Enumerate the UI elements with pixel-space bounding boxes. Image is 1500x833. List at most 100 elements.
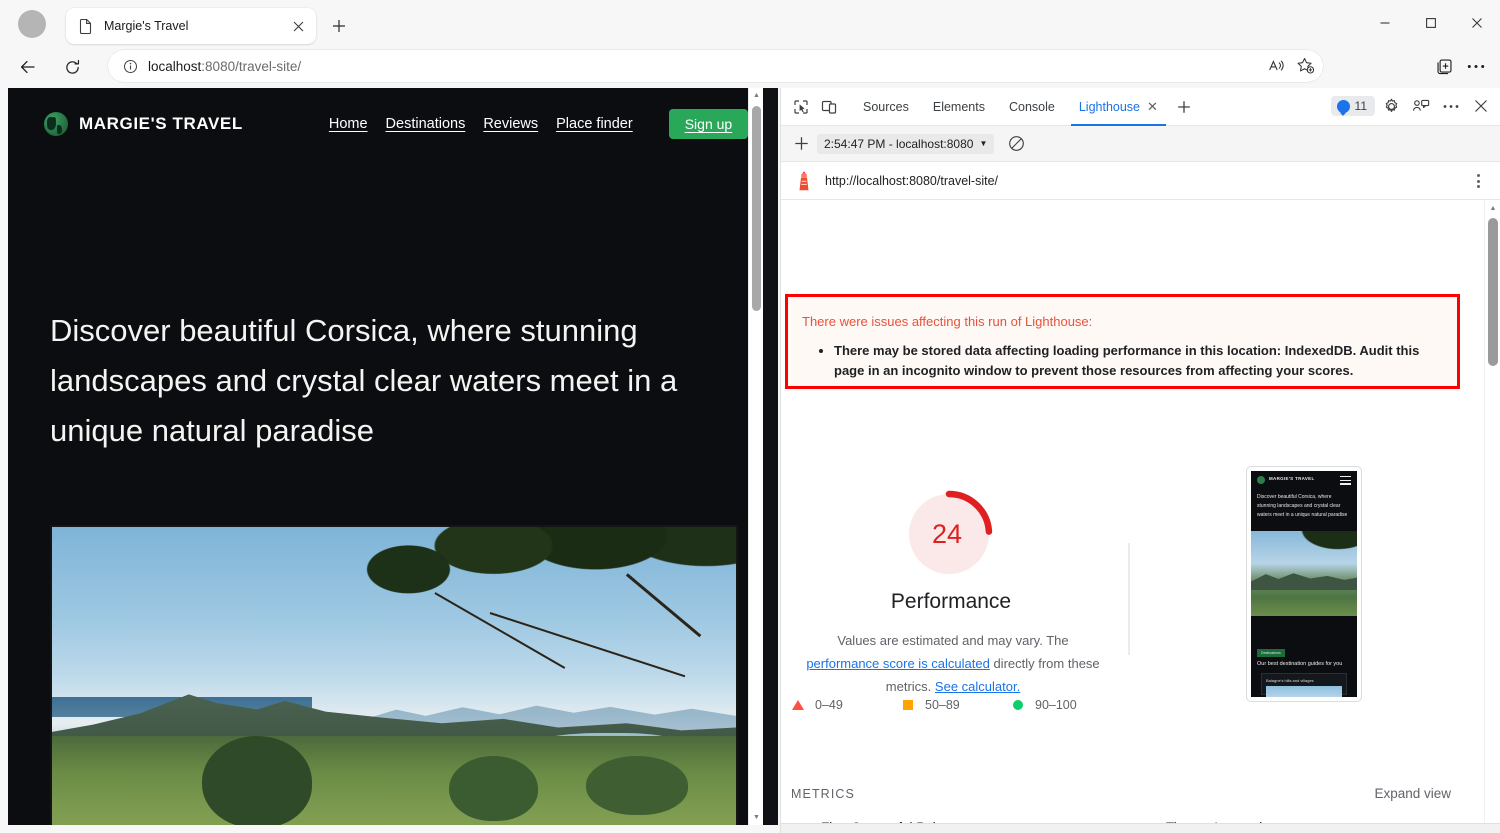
thumbnail-tag: Destinations bbox=[1257, 649, 1285, 657]
nav-link-destinations[interactable]: Destinations bbox=[386, 116, 466, 132]
legend-item-pass: 90–100 bbox=[1011, 698, 1121, 712]
nav-link-home[interactable]: Home bbox=[329, 116, 368, 132]
thumbnail-card-image bbox=[1266, 686, 1342, 697]
toolbar-actions bbox=[1428, 50, 1492, 82]
travel-site: MARGIE'S TRAVEL Home Destinations Review… bbox=[8, 88, 763, 825]
browser-tab[interactable]: Margie's Travel bbox=[66, 8, 316, 44]
kebab-menu-icon[interactable] bbox=[1469, 172, 1487, 190]
device-toolbar-icon[interactable] bbox=[815, 94, 843, 120]
scroll-down-arrow-icon[interactable]: ▼ bbox=[749, 810, 764, 825]
tab-lighthouse[interactable]: Lighthouse ✕ bbox=[1067, 88, 1170, 126]
clear-reports-button[interactable] bbox=[1002, 131, 1030, 157]
tab-label: Sources bbox=[863, 99, 909, 114]
site-brand[interactable]: MARGIE'S TRAVEL bbox=[44, 112, 243, 136]
devtools-scrollbar-thumb[interactable] bbox=[1488, 218, 1498, 366]
nav-link-place-finder[interactable]: Place finder bbox=[556, 116, 633, 132]
report-run-selector[interactable]: 2:54:47 PM - localhost:8080 ▼ bbox=[817, 133, 995, 154]
close-icon[interactable]: ✕ bbox=[1147, 100, 1158, 113]
devtools-tabs: Sources Elements Console Lighthouse ✕ bbox=[851, 88, 1198, 126]
tab-label: Lighthouse bbox=[1078, 99, 1141, 114]
thumbnail-navbar: MARGIE'S TRAVEL bbox=[1251, 471, 1357, 489]
address-bar[interactable]: localhost:8080/travel-site/ bbox=[108, 50, 1323, 82]
nav-link-reviews[interactable]: Reviews bbox=[483, 116, 538, 132]
browser-settings-more-button[interactable] bbox=[1460, 50, 1492, 82]
read-aloud-icon[interactable] bbox=[1263, 52, 1291, 80]
url-host: localhost bbox=[148, 58, 202, 74]
plus-icon bbox=[1178, 100, 1190, 113]
lighthouse-icon bbox=[795, 170, 813, 192]
devtools-more-button[interactable] bbox=[1437, 93, 1465, 119]
scroll-up-arrow-icon[interactable]: ▲ bbox=[1485, 200, 1500, 216]
performance-score-gauge[interactable]: 24 bbox=[903, 488, 995, 580]
devtools-scrollbar[interactable]: ▲ ▼ bbox=[1484, 200, 1500, 833]
lighthouse-report: There were issues affecting this run of … bbox=[781, 200, 1500, 833]
hamburger-icon bbox=[1340, 476, 1351, 487]
devtools-toolbar-actions: 11 bbox=[1330, 93, 1495, 119]
close-window-button[interactable] bbox=[1454, 0, 1500, 46]
plus-icon bbox=[333, 20, 345, 32]
page-screenshot-thumbnail[interactable]: MARGIE'S TRAVEL Discover beautiful Corsi… bbox=[1246, 466, 1362, 702]
reload-button[interactable] bbox=[56, 51, 88, 83]
thumbnail-brand: MARGIE'S TRAVEL bbox=[1269, 476, 1315, 481]
hero-image bbox=[50, 525, 738, 825]
address-bar-url: localhost:8080/travel-site/ bbox=[148, 59, 301, 74]
settings-button[interactable] bbox=[1377, 93, 1405, 119]
legend-item-average: 50–89 bbox=[901, 698, 1011, 712]
tab-elements[interactable]: Elements bbox=[921, 88, 997, 126]
expand-view-button[interactable]: Expand view bbox=[1374, 786, 1451, 801]
tab-label: Elements bbox=[932, 99, 985, 114]
page-scrollbar-thumb[interactable] bbox=[752, 106, 761, 311]
close-devtools-button[interactable] bbox=[1467, 93, 1495, 119]
page-scrollbar[interactable]: ▲ ▼ bbox=[748, 88, 763, 825]
site-navbar: MARGIE'S TRAVEL Home Destinations Review… bbox=[8, 88, 763, 160]
score-calculation-link[interactable]: performance score is calculated bbox=[806, 656, 990, 671]
legend-range: 90–100 bbox=[1035, 698, 1077, 712]
performance-score-description: Values are estimated and may vary. The p… bbox=[803, 630, 1103, 698]
see-calculator-link[interactable]: See calculator. bbox=[935, 679, 1020, 694]
profile-avatar[interactable] bbox=[18, 10, 46, 38]
tab-title: Margie's Travel bbox=[104, 19, 189, 33]
add-favorite-icon[interactable] bbox=[1291, 52, 1319, 80]
score-thumbnail-divider bbox=[1128, 543, 1130, 655]
close-icon[interactable] bbox=[288, 16, 308, 36]
back-arrow-icon bbox=[20, 60, 35, 74]
minimize-icon bbox=[1380, 22, 1390, 24]
run-warnings-list: There may be stored data affecting loadi… bbox=[834, 341, 1443, 381]
run-warning-item: There may be stored data affecting loadi… bbox=[834, 341, 1443, 381]
browser-window: Margie's Travel localhost:8080/travel-si… bbox=[0, 0, 1500, 833]
devtools-bottom-edge bbox=[781, 823, 1500, 833]
inspect-element-icon[interactable] bbox=[787, 94, 815, 120]
performance-score-value: 24 bbox=[931, 518, 963, 549]
new-tab-button[interactable] bbox=[325, 12, 353, 40]
minimize-button[interactable] bbox=[1362, 0, 1408, 46]
back-button[interactable] bbox=[12, 51, 44, 83]
metrics-section-label: METRICS bbox=[791, 786, 855, 801]
thumbnail-heading: Discover beautiful Corsica, where stunni… bbox=[1257, 494, 1348, 518]
site-brand-name: MARGIE'S TRAVEL bbox=[79, 114, 243, 133]
new-report-button[interactable] bbox=[787, 131, 815, 157]
close-icon bbox=[1475, 100, 1487, 112]
site-nav-links: Home Destinations Reviews Place finder bbox=[329, 116, 633, 132]
metrics-header: METRICS Expand view bbox=[791, 786, 1491, 801]
signup-button[interactable]: Sign up bbox=[668, 109, 749, 139]
browser-titlebar: Margie's Travel bbox=[0, 0, 1500, 46]
report-url-row: http://localhost:8080/travel-site/ bbox=[781, 162, 1500, 200]
gear-icon bbox=[1385, 98, 1397, 112]
tab-sources[interactable]: Sources bbox=[851, 88, 921, 126]
close-icon bbox=[1472, 18, 1482, 28]
customize-devtools-icon[interactable] bbox=[1407, 93, 1435, 119]
triangle-icon bbox=[791, 700, 804, 710]
issues-badge[interactable]: 11 bbox=[1330, 96, 1375, 116]
legend-range: 0–49 bbox=[815, 698, 843, 712]
report-url: http://localhost:8080/travel-site/ bbox=[825, 173, 999, 188]
run-warnings-box: There were issues affecting this run of … bbox=[785, 294, 1460, 389]
tab-console[interactable]: Console bbox=[997, 88, 1067, 126]
globe-icon bbox=[1257, 476, 1265, 484]
scroll-up-arrow-icon[interactable]: ▲ bbox=[749, 88, 764, 103]
info-circle-icon[interactable] bbox=[120, 56, 140, 76]
maximize-button[interactable] bbox=[1408, 0, 1454, 46]
run-warnings-title: There were issues affecting this run of … bbox=[802, 314, 1093, 329]
add-panel-button[interactable] bbox=[1170, 94, 1198, 120]
collections-icon[interactable] bbox=[1428, 50, 1460, 82]
devtools-panel: Sources Elements Console Lighthouse ✕ 11 bbox=[780, 88, 1500, 833]
